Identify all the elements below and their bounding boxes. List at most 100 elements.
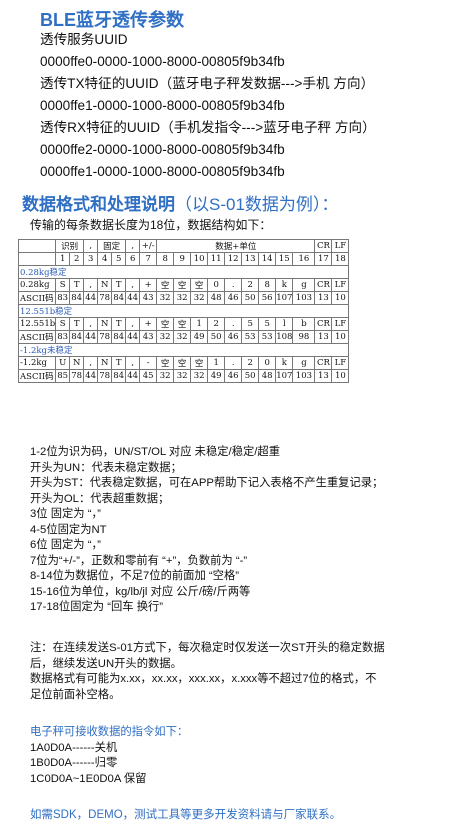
- table-cell: CR: [314, 316, 333, 331]
- table-cell: 56: [258, 290, 277, 305]
- table-cell: ASCII码: [17, 329, 57, 344]
- table-cell: ASCII码: [17, 368, 57, 383]
- table-cell: S: [55, 316, 71, 331]
- table-cell: .: [224, 355, 243, 370]
- table-cell: LF: [331, 355, 350, 370]
- text-line: 开头为UN：代表未稳定数据；: [30, 461, 182, 474]
- table-cell: 4: [97, 252, 113, 266]
- table-row: -1.2kg U N, N T, - 空空空 1. 2 0 k g CR LF: [17, 355, 350, 370]
- table-cell: k: [275, 355, 294, 370]
- table-cell: 44: [125, 368, 141, 383]
- table-cell: 44: [83, 290, 99, 305]
- table-cell: 32: [173, 290, 192, 305]
- table-section-label: 0.28kg稳定: [17, 264, 350, 279]
- table-cell: l: [275, 316, 294, 331]
- table-section-label: 12.551b稳定: [17, 303, 350, 318]
- table-cell: 53: [258, 329, 277, 344]
- table-cell: 50: [241, 290, 260, 305]
- table-cell: 1: [207, 355, 226, 370]
- table-cell: N: [69, 355, 85, 370]
- table-cell: T: [69, 277, 85, 292]
- table-cell: ,: [83, 316, 99, 331]
- table-cell: LF: [331, 277, 350, 292]
- table-cell: 18: [331, 252, 350, 266]
- table-cell: g: [292, 355, 316, 370]
- table-cell: 78: [97, 290, 113, 305]
- table-cell: .: [224, 316, 243, 331]
- table-cell: 10: [331, 329, 350, 344]
- table-cell: CR: [314, 277, 333, 292]
- text-line: 15-16位为单位，kg/lb/jl 对应 公斤/磅/斤两等: [30, 585, 251, 598]
- text-line: 注：在连续发送S-01方式下，每次稳定时仅发送一次ST开头的稳定数据: [30, 642, 385, 654]
- table-cell: 84: [69, 290, 85, 305]
- table-cell: 15: [275, 252, 294, 266]
- ble-line: 透传RX特征的UUID（手机发指令--->蓝牙电子秤 方向）: [40, 120, 376, 135]
- table-cell: 78: [69, 368, 85, 383]
- text-line: 6位 固定为 “，”: [30, 539, 101, 551]
- table-cell: 32: [190, 290, 209, 305]
- table-cell: 32: [173, 329, 192, 344]
- ble-line: 0000ffe2-0000-1000-8000-00805f9b34fb: [40, 142, 285, 157]
- table-cell: 107: [275, 368, 294, 383]
- table-cell: 44: [125, 329, 141, 344]
- ble-line: 透传服务UUID: [40, 32, 128, 47]
- table-cell: 103: [292, 368, 316, 383]
- table-cell: 10: [331, 290, 350, 305]
- table-position-row: 1 2 3 4 5 6 7 8 9 10 11 12 13 14 15 16 17 18: [17, 252, 350, 266]
- section-title-main: 数据格式和处理说明: [22, 195, 175, 214]
- table-row: 12.551b S T, N T, + 空空 1 2. 5 5 l b CR LF: [17, 316, 350, 331]
- table-cell: 12.551b: [17, 316, 57, 331]
- table-cell: k: [275, 277, 294, 292]
- command-block: 电子秤可接收数据的指令如下： 1A0D0A------关机 1B0D0A----…: [30, 725, 188, 787]
- table-cell: CR: [314, 355, 333, 370]
- table-cell: 5: [241, 316, 260, 331]
- table-cell: 44: [125, 290, 141, 305]
- table-cell: 108: [275, 329, 294, 344]
- table-cell: N: [97, 355, 113, 370]
- table-cell: 10: [190, 252, 209, 266]
- table-cell: 13: [314, 290, 333, 305]
- command-item: 1B0D0A------归零: [30, 757, 118, 769]
- table-cell: T: [111, 316, 127, 331]
- table-cell: 空: [173, 277, 192, 292]
- table-cell: 84: [69, 329, 85, 344]
- text-line: 17-18位固定为 “回车 换行”: [30, 601, 164, 613]
- table-cell: 49: [207, 368, 226, 383]
- table-cell: 13: [314, 368, 333, 383]
- table-cell: 78: [97, 368, 113, 383]
- table-cell: 9: [173, 252, 192, 266]
- table-cell: [17, 239, 57, 253]
- table-row: ASCII码 83 84 44 78 84 44 43 32 32 49 50 46 53 53 108 98 1…: [17, 329, 350, 344]
- table-header-row: 识别, 固定, +/- 数据+单位 CR LF: [17, 239, 350, 253]
- table-cell: ,: [125, 277, 141, 292]
- text-line: 4-5位固定为NT: [30, 523, 107, 536]
- table-cell: 32: [173, 368, 192, 383]
- table-cell: LF: [331, 239, 350, 253]
- ble-line: 透传TX特征的UUID（蓝牙电子秤发数据--->手机 方向）: [40, 76, 375, 91]
- table-cell: 空: [190, 277, 209, 292]
- document-page: BLE蓝牙透传参数 透传服务UUID 0000ffe0-0000-1000-80…: [0, 0, 450, 834]
- table-cell: 8: [156, 252, 175, 266]
- note-block: 注：在连续发送S-01方式下，每次稳定时仅发送一次ST开头的稳定数据 后，继续发送…: [30, 641, 385, 703]
- table-cell: 3: [83, 252, 99, 266]
- table-cell: 32: [190, 368, 209, 383]
- text-line: 数据格式有可能为x.xx，xx.xx，xxx.xx，x.xxx等不超过7位的格式…: [30, 673, 377, 685]
- table-cell: LF: [331, 316, 350, 331]
- table-cell: 2: [69, 252, 85, 266]
- table-cell: 空: [156, 316, 175, 331]
- table-row: 0.28kg S T, N T, + 空空空 0. 2 8 k g CR LF: [17, 277, 350, 292]
- table-cell: 空: [173, 316, 192, 331]
- table-cell: 103: [292, 290, 316, 305]
- table-cell: S: [55, 277, 71, 292]
- table-cell: [17, 252, 57, 266]
- table-cell: 43: [139, 290, 158, 305]
- table-cell: 5: [258, 316, 277, 331]
- section-title: 数据格式和处理说明（以S-01数据为例）：: [22, 190, 338, 215]
- text-line: 3位 固定为 “，”: [30, 508, 101, 520]
- text-line: 8-14位为数据位，不足7位的前面加 “空格”: [30, 570, 240, 582]
- table-cell: 5: [111, 252, 127, 266]
- table-cell: -: [139, 355, 158, 370]
- table-cell: g: [292, 277, 316, 292]
- table-cell: T: [69, 316, 85, 331]
- table-cell: 11: [207, 252, 226, 266]
